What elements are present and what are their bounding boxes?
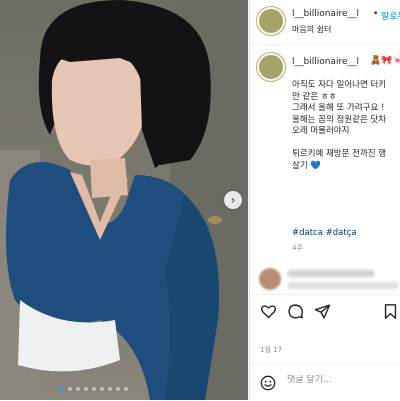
follow-button[interactable]: 팔로우 bbox=[381, 9, 400, 22]
share-icon[interactable] bbox=[314, 303, 331, 320]
carousel-dot bbox=[100, 387, 104, 391]
carousel-dot bbox=[92, 387, 96, 391]
post-photo[interactable]: › bbox=[0, 0, 248, 400]
chevron-right-icon[interactable]: › bbox=[224, 191, 242, 209]
carousel-dot bbox=[108, 387, 112, 391]
comment-icon[interactable] bbox=[287, 303, 304, 320]
comment-bar bbox=[250, 364, 400, 401]
carousel-dots bbox=[60, 387, 128, 391]
hashtags[interactable]: #datca #datça bbox=[292, 228, 357, 238]
carousel-dot bbox=[76, 387, 80, 391]
comment-input[interactable] bbox=[287, 375, 397, 385]
carousel-dot bbox=[84, 387, 88, 391]
caption-username[interactable]: l__billionaire__l bbox=[292, 57, 359, 67]
caption-text: 아직도 자다 일어나면 터키 만 같은 ㅎㅎ 그래서 올해 또 가려구요 ! 올… bbox=[292, 80, 387, 171]
time-ago: 4주 bbox=[292, 244, 303, 252]
action-bar bbox=[250, 294, 400, 329]
location-link[interactable]: 마음의 쉼터 bbox=[292, 24, 331, 35]
post-date: 1월 17 bbox=[260, 346, 283, 354]
post-header: l__billionaire__l • 팔로우 마음의 쉼터 bbox=[250, 0, 400, 45]
heart-icon[interactable] bbox=[260, 303, 277, 320]
post-sidebar: l__billionaire__l • 팔로우 마음의 쉼터 l__billio… bbox=[249, 0, 400, 400]
carousel-dot bbox=[60, 387, 64, 391]
comment-text-blurred bbox=[288, 282, 398, 289]
separator-dot: • bbox=[373, 9, 379, 19]
carousel-dot bbox=[116, 387, 120, 391]
bookmark-icon[interactable] bbox=[382, 303, 399, 320]
username[interactable]: l__billionaire__l bbox=[292, 9, 359, 19]
carousel-dot bbox=[68, 387, 72, 391]
emoji-icon[interactable] bbox=[260, 375, 276, 391]
commenter-avatar-blurred bbox=[259, 268, 281, 290]
caption-avatar[interactable] bbox=[259, 55, 283, 79]
carousel-dot bbox=[124, 387, 128, 391]
caption-emojis: 🧸🎀🍬 bbox=[370, 56, 400, 66]
avatar[interactable] bbox=[259, 9, 283, 33]
selfie-photo bbox=[0, 0, 248, 400]
comment-text-blurred bbox=[288, 270, 374, 277]
